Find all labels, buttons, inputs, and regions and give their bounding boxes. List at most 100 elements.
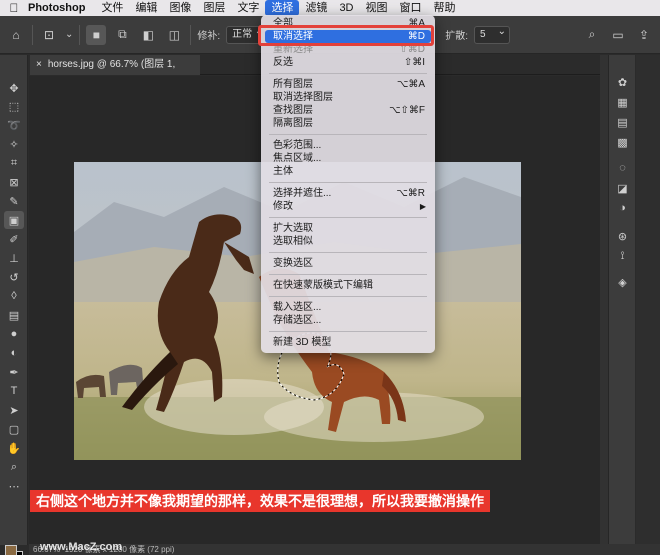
add-selection-icon[interactable]: ⧉ — [112, 25, 132, 45]
menu-image[interactable]: 图像 — [163, 0, 197, 16]
menu-item-label: 所有图层 — [273, 79, 313, 90]
menu-item-shortcut: ⌥⌘R — [396, 188, 425, 199]
document-tab[interactable]: ×horses.jpg @ 66.7% (图层 1, RGB/8) * — [30, 55, 200, 90]
diffusion-label: 扩散: — [445, 31, 468, 42]
dropdown-chevron-icon[interactable]: ⌄ — [65, 29, 73, 40]
select-menu-item[interactable]: 修改 ▶ — [261, 200, 435, 213]
menu-separator — [269, 134, 427, 135]
menu-separator — [269, 182, 427, 183]
menu-item-label: 新建 3D 模型 — [273, 337, 332, 348]
menu-select[interactable]: 选择 — [265, 0, 300, 16]
select-menu-item[interactable]: 隔离图层 — [261, 117, 435, 130]
select-menu-item[interactable]: 主体 — [261, 165, 435, 178]
history-brush-tool-icon[interactable]: ↺ — [4, 268, 24, 286]
workspace-icon[interactable]: ▭ — [608, 25, 628, 45]
panel-collapse-bar[interactable] — [600, 55, 608, 545]
patterns-panel-icon[interactable]: ▩ — [613, 133, 632, 151]
gradient-tool-icon[interactable]: ▤ — [4, 306, 24, 324]
eyedropper-tool-icon[interactable]: ✎ — [4, 192, 24, 210]
crop-tool-icon[interactable]: ⌗ — [4, 154, 24, 172]
menu-item-label: 选择并遮住... — [273, 188, 332, 199]
home-icon[interactable]: ⌂ — [6, 25, 26, 45]
select-menu-item[interactable]: 选取相似 — [261, 235, 435, 248]
color-panel-icon[interactable]: ✿ — [613, 73, 632, 91]
type-tool-icon[interactable]: T — [4, 382, 24, 400]
menu-item-label: 存储选区... — [273, 315, 322, 326]
layers-panel-icon[interactable]: ◈ — [613, 273, 632, 291]
menu-item-label: 焦点区域... — [273, 153, 322, 164]
brush-tool-icon[interactable]: ✐ — [4, 230, 24, 248]
menu-separator — [269, 73, 427, 74]
select-menu-item[interactable]: 查找图层 ⌥⇧⌘F — [261, 104, 435, 117]
shape-tool-icon[interactable]: ▢ — [4, 420, 24, 438]
menu-item-label: 变换选区 — [273, 258, 313, 269]
menu-layer[interactable]: 图层 — [197, 0, 231, 16]
menu-3d[interactable]: 3D — [333, 0, 359, 16]
patch-tool-preset-icon[interactable]: ⊡ — [39, 25, 59, 45]
menu-view[interactable]: 视图 — [360, 0, 394, 16]
apple-icon[interactable]:  — [0, 1, 28, 15]
new-selection-icon[interactable]: ■ — [86, 24, 107, 45]
select-menu-item[interactable]: 色彩范围... — [261, 139, 435, 152]
subtract-selection-icon[interactable]: ◧ — [138, 25, 158, 45]
marquee-tool-icon[interactable]: ⬚ — [4, 97, 24, 115]
pen-tool-icon[interactable]: ✒ — [4, 363, 24, 381]
gradients-panel-icon[interactable]: ▤ — [613, 113, 632, 131]
divider — [32, 24, 33, 45]
adjustments-panel-icon[interactable]: ◑ — [613, 199, 632, 217]
select-menu-item[interactable]: 取消选择图层 — [261, 91, 435, 104]
share-icon[interactable]: ⇪ — [634, 25, 654, 45]
stamp-tool-icon[interactable]: ⊥ — [4, 249, 24, 267]
learn-panel-icon[interactable]: ◌ — [613, 159, 632, 177]
select-menu-item[interactable]: 焦点区域... — [261, 152, 435, 165]
diffusion-select[interactable]: 5 — [474, 24, 510, 44]
blur-tool-icon[interactable]: ● — [4, 325, 24, 343]
patch-mode-label: 修补: — [197, 31, 221, 42]
path-selection-tool-icon[interactable]: ➤ — [4, 401, 24, 419]
select-menu-item[interactable]: 在快速蒙版模式下编辑 — [261, 279, 435, 292]
foreground-color-swatch[interactable] — [5, 545, 17, 555]
select-menu-item[interactable]: 载入选区... — [261, 301, 435, 314]
tools-panel: ✥ ⬚ ➰ ✧ ⌗ ⊠ ✎ ▣ ✐ ⊥ ↺ ◊ ▤ ● ◐ ✒ T ➤ ▢ ✋ … — [0, 55, 28, 555]
more-tools-icon[interactable]: ⋯ — [4, 477, 24, 495]
select-menu-item[interactable]: 反选 ⇧⌘I — [261, 56, 435, 69]
magic-wand-tool-icon[interactable]: ✧ — [4, 135, 24, 153]
select-menu-item[interactable]: 扩大选取 — [261, 222, 435, 235]
dodge-tool-icon[interactable]: ◐ — [4, 344, 24, 362]
paths-panel-icon[interactable]: ⟟ — [613, 247, 632, 265]
menu-separator — [269, 252, 427, 253]
app-menu-photoshop[interactable]: Photoshop — [28, 2, 85, 14]
frame-tool-icon[interactable]: ⊠ — [4, 173, 24, 191]
lasso-tool-icon[interactable]: ➰ — [4, 116, 24, 134]
menu-item-label: 主体 — [273, 166, 293, 177]
channels-panel-icon[interactable]: ⊛ — [613, 227, 632, 245]
menu-item-label: 查找图层 — [273, 105, 313, 116]
zoom-tool-icon[interactable]: ⌕ — [4, 458, 24, 476]
menu-window[interactable]: 窗口 — [394, 0, 428, 16]
menu-separator — [269, 296, 427, 297]
close-icon[interactable]: × — [36, 59, 42, 70]
menu-edit[interactable]: 编辑 — [129, 0, 163, 16]
intersect-selection-icon[interactable]: ◫ — [164, 25, 184, 45]
menu-filter[interactable]: 滤镜 — [299, 0, 333, 16]
select-menu-item[interactable]: 所有图层 ⌥⌘A — [261, 78, 435, 91]
search-icon[interactable]: ⌕ — [582, 25, 602, 45]
move-tool-icon[interactable]: ✥ — [4, 79, 24, 97]
menu-separator — [269, 217, 427, 218]
hand-tool-icon[interactable]: ✋ — [4, 439, 24, 457]
menu-help[interactable]: 帮助 — [428, 0, 462, 16]
menu-file[interactable]: 文件 — [95, 0, 129, 16]
menu-type[interactable]: 文字 — [231, 0, 265, 16]
swatches-panel-icon[interactable]: ▦ — [613, 93, 632, 111]
eraser-tool-icon[interactable]: ◊ — [4, 287, 24, 305]
menu-item-label: 在快速蒙版模式下编辑 — [273, 280, 373, 291]
menu-item-label: 取消选择图层 — [273, 92, 333, 103]
libraries-panel-icon[interactable]: ◪ — [613, 179, 632, 197]
patch-tool-icon[interactable]: ▣ — [4, 211, 24, 229]
highlight-box — [258, 25, 434, 46]
select-menu-item[interactable]: 新建 3D 模型 — [261, 336, 435, 349]
select-menu-item[interactable]: 选择并遮住... ⌥⌘R — [261, 187, 435, 200]
right-panel-edge — [636, 55, 660, 545]
select-menu-item[interactable]: 变换选区 — [261, 257, 435, 270]
select-menu-item[interactable]: 存储选区... — [261, 314, 435, 327]
